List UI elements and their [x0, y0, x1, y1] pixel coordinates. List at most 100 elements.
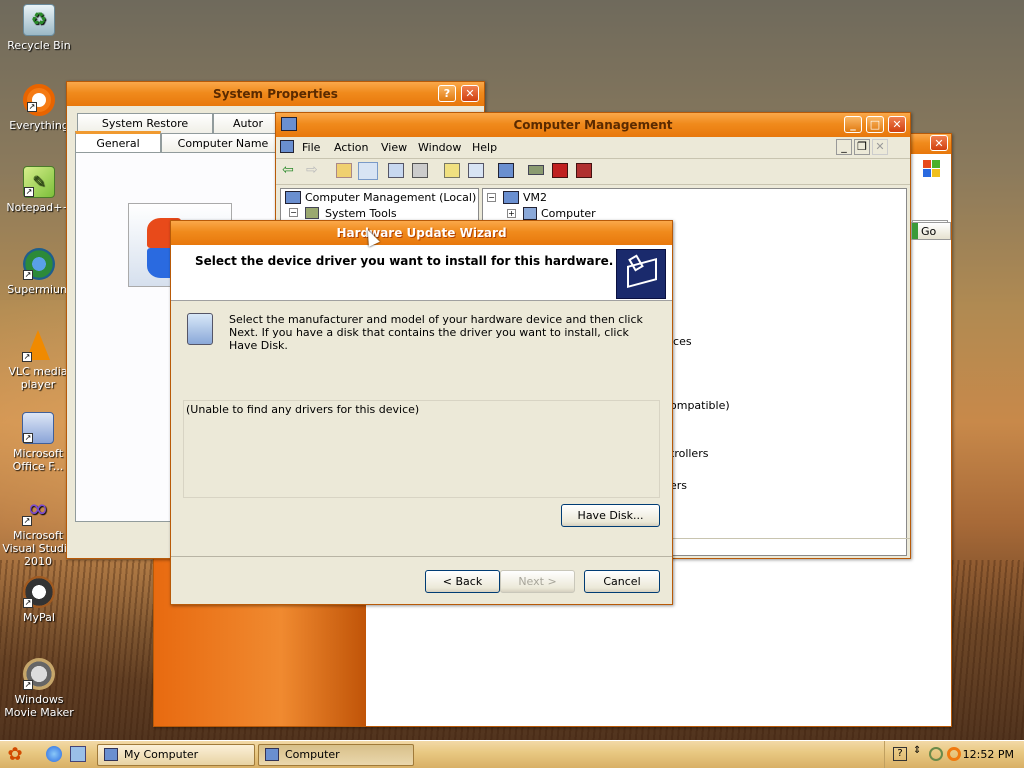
shortcut-arrow-icon: ↗: [24, 187, 34, 197]
child-minimize-button[interactable]: _: [836, 139, 852, 155]
hardware-wizard-logo-icon: [616, 249, 666, 299]
tab-automatic-updates[interactable]: Autor: [213, 113, 283, 133]
desktop-icon-label: VLC media player: [8, 365, 68, 391]
minimize-button[interactable]: _: [844, 116, 862, 133]
computer-icon: [503, 191, 519, 204]
desktop-icon-movie-maker[interactable]: ↗ Windows Movie Maker: [0, 658, 78, 719]
properties-icon[interactable]: [388, 163, 404, 178]
network-icon[interactable]: [929, 747, 943, 761]
menu-help[interactable]: Help: [472, 141, 497, 154]
collapse-icon[interactable]: −: [487, 193, 496, 202]
vlc-cone-icon: ↗: [22, 330, 54, 362]
shortcut-arrow-icon: ↗: [23, 680, 33, 690]
system-tray: ? ⇕ 12:52 PM: [884, 741, 1024, 768]
close-icon[interactable]: ✕: [930, 135, 948, 151]
visual-studio-icon: ∞ ↗: [22, 494, 49, 526]
go-arrow-icon: [912, 223, 918, 239]
scan-hardware-icon[interactable]: [498, 163, 514, 178]
have-disk-button[interactable]: Have Disk...: [561, 504, 660, 527]
cancel-button[interactable]: Cancel: [584, 570, 660, 593]
system-tools-icon: [305, 207, 319, 219]
disable-device-icon[interactable]: [576, 163, 592, 178]
desktop-icon-label: Supermium: [7, 283, 71, 296]
model-list[interactable]: (Unable to find any drivers for this dev…: [183, 400, 660, 498]
desktop-icon-office[interactable]: ↗ Microsoft Office F...: [0, 412, 76, 473]
shortcut-arrow-icon: ↗: [23, 598, 33, 608]
shortcut-arrow-icon: ↗: [22, 352, 32, 362]
computer-management-icon: [281, 117, 297, 131]
model-list-empty-text: (Unable to find any drivers for this dev…: [186, 403, 420, 416]
desktop-icon-vlc[interactable]: ↗ VLC media player: [0, 330, 76, 391]
menu-view[interactable]: View: [381, 141, 407, 154]
back-button[interactable]: < Back: [425, 570, 500, 593]
show-console-icon[interactable]: [468, 163, 484, 178]
expand-icon[interactable]: +: [507, 209, 516, 218]
mmc-doc-icon: [280, 140, 294, 153]
wizard-titlebar[interactable]: Hardware Update Wizard: [171, 221, 672, 245]
tree-node-computer[interactable]: Computer: [541, 207, 596, 220]
device-category-partial[interactable]: trollers: [670, 447, 708, 460]
collapse-icon[interactable]: −: [289, 208, 298, 217]
desktop-icon-mypal[interactable]: ↗ MyPal: [0, 576, 78, 624]
help-icon[interactable]: ?: [893, 747, 907, 761]
back-arrow-icon[interactable]: ⇦: [282, 162, 294, 178]
internet-explorer-icon[interactable]: [46, 746, 62, 762]
uninstall-icon[interactable]: [552, 163, 568, 178]
system-properties-titlebar[interactable]: System Properties ? ✕: [67, 82, 484, 106]
everything-tray-icon[interactable]: [947, 747, 961, 761]
start-button[interactable]: ✿: [4, 745, 26, 765]
everything-search-icon: ↗: [23, 84, 55, 116]
forward-arrow-icon[interactable]: ⇨: [306, 162, 318, 178]
hardware-update-wizard: Hardware Update Wizard Select the device…: [170, 220, 673, 605]
computer-icon: [523, 207, 537, 220]
desktop-icon-label: Windows Movie Maker: [4, 693, 74, 719]
menu-window[interactable]: Window: [418, 141, 461, 154]
desktop-icon-label: MyPal: [23, 611, 55, 624]
tab-system-restore[interactable]: System Restore: [77, 113, 213, 133]
office-icon: ↗: [22, 412, 54, 444]
menu-bar: File Action View Window Help _ ❐ ✕: [276, 137, 910, 159]
tree-node-vm2[interactable]: VM2: [523, 191, 547, 204]
maximize-button[interactable]: □: [866, 116, 884, 133]
device-category-partial[interactable]: ompatible): [670, 399, 730, 412]
tab-computer-name[interactable]: Computer Name: [161, 133, 285, 153]
menu-action[interactable]: Action: [334, 141, 368, 154]
print-icon[interactable]: [412, 163, 428, 178]
taskbar-item-my-computer[interactable]: My Computer: [97, 744, 255, 766]
tree-node-system-tools[interactable]: System Tools: [325, 207, 397, 220]
help-button[interactable]: ?: [438, 85, 456, 102]
computer-management-titlebar[interactable]: Computer Management _ □ ✕: [276, 113, 910, 137]
safely-remove-hardware-icon[interactable]: ⇕: [913, 745, 921, 756]
clock[interactable]: 12:52 PM: [963, 741, 1014, 768]
mypal-browser-icon: ↗: [23, 576, 55, 608]
update-driver-icon[interactable]: [528, 165, 544, 175]
taskbar: ✿ My Computer Computer Management ? ⇕ 12…: [0, 740, 1024, 768]
tab-general[interactable]: General: [75, 131, 161, 153]
tree-node-computer-management[interactable]: Computer Management (Local): [305, 191, 476, 204]
close-button[interactable]: ✕: [888, 116, 906, 133]
window-title: System Properties: [213, 87, 338, 101]
desktop-icon-label: Microsoft Office F...: [12, 447, 64, 473]
my-computer-icon: [104, 748, 118, 761]
desktop-icon-recycle-bin[interactable]: ♻ Recycle Bin: [0, 4, 78, 52]
device-category-partial[interactable]: ices: [670, 335, 692, 348]
child-restore-button[interactable]: ❐: [854, 139, 870, 155]
movie-maker-icon: ↗: [23, 658, 55, 690]
menu-file[interactable]: File: [302, 141, 320, 154]
child-close-button[interactable]: ✕: [872, 139, 888, 155]
help-icon[interactable]: [444, 163, 460, 178]
show-hide-tree-icon[interactable]: [358, 162, 378, 180]
recycle-bin-icon: ♻: [23, 4, 55, 36]
desktop-icon-visual-studio[interactable]: ∞ ↗ Microsoft Visual Studio 2010: [0, 494, 76, 568]
wizard-instructions: Select the manufacturer and model of you…: [229, 313, 643, 352]
desktop-icon-label: Notepad++: [6, 201, 72, 214]
computer-management-icon: [285, 191, 301, 204]
show-desktop-icon[interactable]: [70, 746, 86, 762]
close-button[interactable]: ✕: [461, 85, 479, 102]
go-button[interactable]: Go: [911, 222, 951, 240]
toolbar: ⇦ ⇨: [276, 159, 910, 185]
go-label: Go: [921, 225, 937, 238]
next-button[interactable]: Next >: [500, 570, 575, 593]
taskbar-item-computer-management[interactable]: Computer Management: [258, 744, 414, 766]
up-folder-icon[interactable]: [336, 163, 352, 178]
